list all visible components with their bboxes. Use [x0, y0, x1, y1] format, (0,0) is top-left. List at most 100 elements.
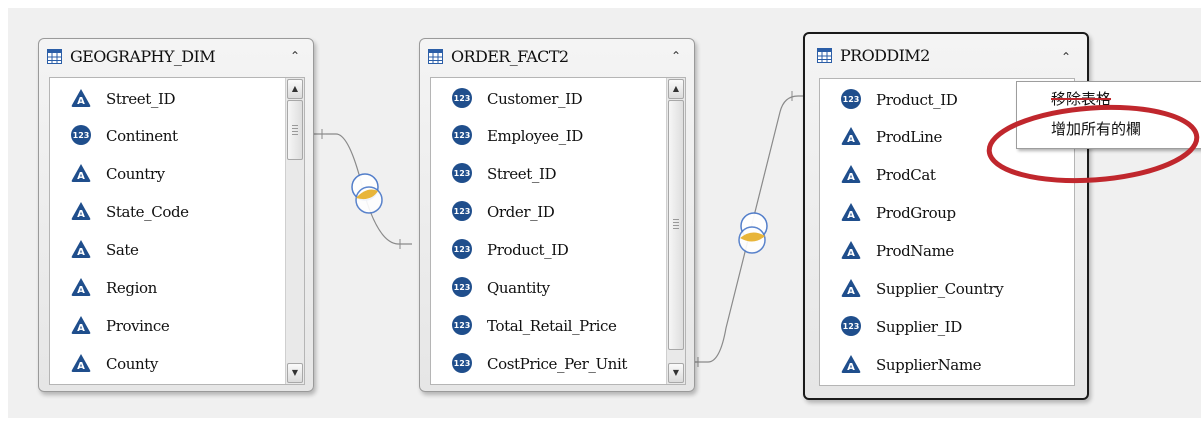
character-type-icon: A — [841, 279, 861, 297]
table-icon — [47, 49, 62, 64]
column-name: Supplier_Country — [876, 280, 1004, 298]
numeric-type-icon: 123 — [452, 315, 472, 335]
numeric-type-icon: 123 — [452, 163, 472, 183]
column-item[interactable]: 123 Supplier_ID — [820, 307, 1074, 345]
svg-text:A: A — [847, 286, 855, 297]
svg-text:A: A — [847, 210, 855, 221]
character-type-icon: A — [841, 203, 861, 221]
column-name: Supplier_ID — [876, 318, 962, 336]
column-item[interactable]: A State_Code — [50, 192, 304, 230]
numeric-type-icon: 123 — [452, 353, 472, 373]
menu-item-label: 增加所有的欄 — [1051, 120, 1142, 138]
column-item[interactable]: 123 Customer_ID — [431, 79, 685, 117]
table-title: GEOGRAPHY_DIM — [70, 47, 216, 66]
svg-text:A: A — [77, 323, 85, 334]
column-item[interactable]: 123 CostPrice_Per_Unit — [431, 344, 685, 382]
svg-text:123: 123 — [454, 321, 471, 330]
column-name: Total_Retail_Price — [487, 317, 617, 335]
table-context-menu: 移除表格 增加所有的欄 — [1016, 81, 1201, 149]
column-name: ProdName — [876, 242, 954, 260]
column-item[interactable]: A Region — [50, 268, 304, 306]
svg-text:123: 123 — [843, 322, 860, 331]
character-type-icon: A — [841, 165, 861, 183]
vertical-scrollbar[interactable]: ▲ ▼ — [285, 78, 304, 384]
column-item[interactable]: A County — [50, 344, 304, 382]
column-name: SupplierName — [876, 356, 982, 374]
chevron-up-icon[interactable]: ⌃ — [1059, 50, 1073, 64]
column-name: Order_ID — [487, 203, 555, 221]
character-type-icon: A — [71, 354, 91, 372]
svg-text:123: 123 — [454, 359, 471, 368]
column-item[interactable]: A SupplierName — [820, 345, 1074, 383]
column-name: State_Code — [106, 203, 189, 221]
scroll-thumb[interactable] — [668, 100, 684, 350]
column-name: Product_ID — [876, 91, 958, 109]
vertical-scrollbar[interactable]: ▲ ▼ — [666, 78, 685, 384]
character-type-icon: A — [71, 278, 91, 296]
chevron-up-icon[interactable]: ⌃ — [288, 49, 302, 63]
table-header[interactable]: ORDER_FACT2 ⌃ — [420, 39, 694, 75]
scroll-up-arrow-icon[interactable]: ▲ — [287, 79, 303, 99]
column-list[interactable]: 123 Customer_ID 123 Employee_ID 123 Stre… — [430, 77, 686, 385]
table-header[interactable]: PRODDIM2 ⌃ — [805, 34, 1087, 70]
column-item[interactable]: 123 Total_Retail_Price — [431, 306, 685, 344]
column-name: ProdCat — [876, 166, 936, 184]
table-icon — [428, 49, 443, 64]
column-name: Sate — [106, 241, 139, 259]
svg-text:A: A — [77, 209, 85, 220]
svg-text:A: A — [77, 96, 85, 107]
column-item[interactable]: A Sate — [50, 230, 304, 268]
column-name: ProdLine — [876, 128, 942, 146]
numeric-type-icon: 123 — [452, 125, 472, 145]
table-geography-dim[interactable]: GEOGRAPHY_DIM ⌃ A Street_ID 123 Continen… — [38, 38, 314, 392]
svg-text:A: A — [77, 171, 85, 182]
column-item[interactable]: 123 Order_ID — [431, 192, 685, 230]
scroll-down-arrow-icon[interactable]: ▼ — [287, 363, 303, 383]
column-name: ProdGroup — [876, 204, 956, 222]
chevron-up-icon[interactable]: ⌃ — [669, 49, 683, 63]
character-type-icon: A — [71, 316, 91, 334]
column-item[interactable]: 123 Employee_ID — [431, 116, 685, 154]
svg-text:A: A — [77, 247, 85, 258]
column-item[interactable]: A Supplier_Country — [820, 269, 1074, 307]
menu-item-add-all-columns[interactable]: 增加所有的欄 — [1017, 115, 1201, 143]
menu-item-remove-table[interactable]: 移除表格 — [1017, 85, 1201, 113]
scroll-thumb[interactable] — [287, 100, 303, 160]
table-title: ORDER_FACT2 — [451, 47, 569, 66]
character-type-icon: A — [71, 89, 91, 107]
column-name: Quantity — [487, 279, 550, 297]
column-item[interactable]: A Country — [50, 154, 304, 192]
column-item[interactable]: 123 Quantity — [431, 268, 685, 306]
column-item[interactable]: A ProdGroup — [820, 193, 1074, 231]
table-icon — [817, 48, 832, 63]
character-type-icon: A — [71, 240, 91, 258]
column-item[interactable]: A ProdName — [820, 231, 1074, 269]
scroll-up-arrow-icon[interactable]: ▲ — [668, 79, 684, 99]
column-item[interactable]: A ProdCat — [820, 155, 1074, 193]
numeric-type-icon: 123 — [452, 239, 472, 259]
numeric-type-icon: 123 — [452, 88, 472, 108]
inner-join-icon[interactable] — [351, 173, 383, 214]
svg-text:123: 123 — [454, 207, 471, 216]
table-header[interactable]: GEOGRAPHY_DIM ⌃ — [39, 39, 313, 75]
column-name: Employee_ID — [487, 127, 583, 145]
svg-text:A: A — [847, 134, 855, 145]
join-diagram-canvas[interactable]: GEOGRAPHY_DIM ⌃ A Street_ID 123 Continen… — [8, 8, 1201, 418]
column-item[interactable]: A Province — [50, 306, 304, 344]
column-item[interactable]: 123 Street_ID — [431, 154, 685, 192]
column-name: Province — [106, 317, 170, 335]
svg-text:A: A — [847, 248, 855, 259]
svg-text:123: 123 — [454, 245, 471, 254]
table-order-fact2[interactable]: ORDER_FACT2 ⌃ 123 Customer_ID 123 Employ… — [419, 38, 695, 392]
svg-text:123: 123 — [454, 131, 471, 140]
column-item[interactable]: A Street_ID — [50, 79, 304, 117]
character-type-icon: A — [71, 202, 91, 220]
column-list[interactable]: A Street_ID 123 Continent A Country A St… — [49, 77, 305, 385]
column-item[interactable]: 123 Continent — [50, 116, 304, 154]
column-name: Region — [106, 279, 157, 297]
numeric-type-icon: 123 — [841, 89, 861, 109]
column-item[interactable]: 123 Product_ID — [431, 230, 685, 268]
svg-text:123: 123 — [454, 94, 471, 103]
inner-join-icon[interactable] — [738, 212, 768, 254]
scroll-down-arrow-icon[interactable]: ▼ — [668, 363, 684, 383]
